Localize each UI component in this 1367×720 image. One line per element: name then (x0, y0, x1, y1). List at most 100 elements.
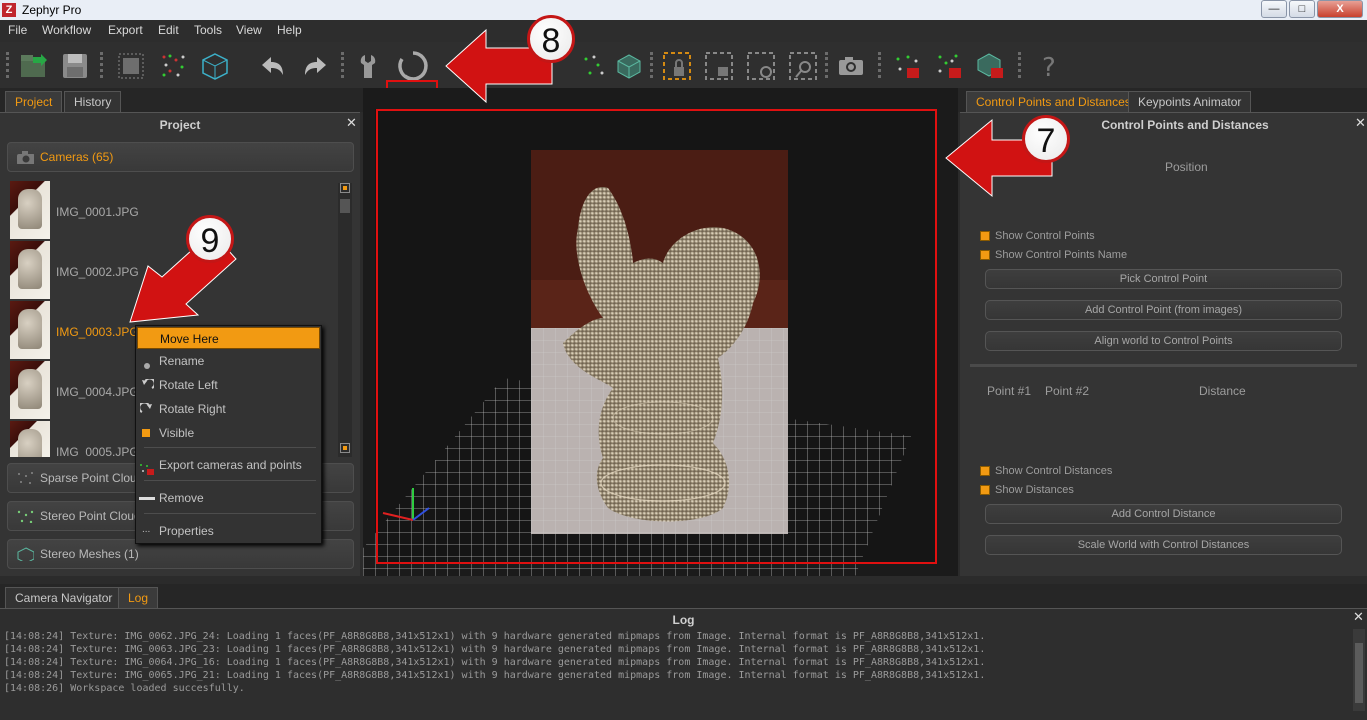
stereo-meshes-label: Stereo Meshes (1) (40, 547, 139, 561)
menu-bar: File Workflow Export Edit Tools View Hel… (0, 20, 1367, 42)
sparse-cloud-icon[interactable] (116, 51, 146, 81)
camera-list-scrollbar[interactable] (338, 183, 352, 457)
menu-item-remove[interactable]: Remove (137, 487, 320, 509)
show-control-points-name-checkbox[interactable] (980, 250, 990, 260)
show-distances-label: Show Distances (995, 484, 1074, 496)
mesh-cube-icon[interactable] (200, 51, 230, 81)
tab-log[interactable]: Log (118, 587, 159, 608)
close-icon[interactable]: ✕ (346, 115, 357, 131)
stereo-points-2-icon[interactable] (578, 51, 608, 81)
tab-keypoints-animator[interactable]: Keypoints Animator (1128, 91, 1252, 112)
toolbar-grip (6, 52, 9, 78)
panel-title: Project (159, 118, 201, 132)
log-scrollbar[interactable] (1353, 629, 1365, 711)
camera-thumbnail[interactable] (10, 361, 50, 419)
panel-title: Log (672, 613, 695, 627)
camera-thumbnail[interactable] (10, 301, 50, 359)
add-select-icon[interactable] (704, 51, 734, 81)
zoom-select-icon[interactable] (788, 51, 818, 81)
close-window-button[interactable]: X (1317, 0, 1363, 18)
title-bar: Z Zephyr Pro — □ X (0, 0, 1367, 20)
menu-item-rename[interactable]: Rename (137, 350, 320, 372)
menu-workflow[interactable]: Workflow (42, 23, 91, 37)
3d-viewport[interactable] (363, 88, 958, 576)
log-line: [14:08:24] Texture: IMG_0064.JPG_16: Loa… (4, 657, 986, 668)
scroll-down-button[interactable] (340, 443, 350, 453)
menu-item-move-here[interactable]: Move Here (137, 327, 320, 349)
camera-thumbnail[interactable] (10, 181, 50, 239)
stereo-points-icon (17, 510, 34, 523)
toolbar-grip (825, 52, 828, 78)
show-control-distances-checkbox[interactable] (980, 466, 990, 476)
add-control-distance-button[interactable]: Add Control Distance (985, 504, 1342, 524)
log-scroll-thumb[interactable] (1355, 643, 1363, 703)
camera-filename-selected[interactable]: IMG_0003.JPG (56, 325, 139, 339)
menu-item-label: Rotate Left (159, 378, 218, 392)
menu-item-rotate-left[interactable]: Rotate Left (137, 374, 320, 396)
log-line: [14:08:26] Workspace loaded succesfully. (4, 683, 245, 694)
help-icon[interactable]: ? (1034, 51, 1064, 83)
minimize-button[interactable]: — (1261, 0, 1287, 18)
tab-history[interactable]: History (64, 91, 122, 112)
scale-world-button[interactable]: Scale World with Control Distances (985, 535, 1342, 555)
camera-filename[interactable]: IMG_0002.JPG (56, 265, 139, 279)
menu-separator (144, 480, 316, 481)
camera-filename[interactable]: IMG_0005.JPG (56, 445, 139, 457)
cameras-group[interactable]: Cameras (65) (7, 142, 354, 172)
menu-item-properties[interactable]: ... Properties (137, 520, 320, 542)
scroll-up-button[interactable] (340, 183, 350, 193)
menu-edit[interactable]: Edit (158, 23, 179, 37)
pick-control-point-button[interactable]: Pick Control Point (985, 269, 1342, 289)
stereo-points-icon[interactable] (158, 51, 188, 81)
menu-item-visible[interactable]: Visible (137, 422, 320, 444)
camera-filename[interactable]: IMG_0001.JPG (56, 205, 139, 219)
camera-icon[interactable] (836, 51, 866, 81)
undo-icon[interactable] (258, 51, 288, 81)
show-control-distances-label: Show Control Distances (995, 465, 1113, 477)
maximize-button[interactable]: □ (1289, 0, 1315, 18)
redo-icon[interactable] (300, 51, 330, 81)
close-icon[interactable]: ✕ (1355, 115, 1366, 131)
sparse-point-cloud-label: Sparse Point Cloud (40, 471, 144, 485)
tab-project[interactable]: Project (5, 91, 63, 112)
camera-thumbnail[interactable] (10, 241, 50, 299)
refresh-icon[interactable] (396, 49, 430, 83)
align-world-button[interactable]: Align world to Control Points (985, 331, 1342, 351)
add-control-point-button[interactable]: Add Control Point (from images) (985, 300, 1342, 320)
log-line: [14:08:24] Texture: IMG_0065.JPG_21: Loa… (4, 670, 986, 681)
callout-8: 8 (527, 15, 575, 63)
scroll-thumb[interactable] (340, 199, 350, 213)
menu-help[interactable]: Help (277, 23, 302, 37)
close-icon[interactable]: ✕ (1353, 609, 1364, 625)
section-divider (970, 364, 1357, 367)
rename-icon (142, 356, 152, 369)
menu-view[interactable]: View (236, 23, 262, 37)
save-icon[interactable] (60, 51, 90, 81)
menu-export[interactable]: Export (108, 23, 143, 37)
points-red-2-icon[interactable] (934, 51, 964, 81)
camera-filename[interactable]: IMG_0004.JPG (56, 385, 139, 399)
right-tabbar: Control Points and Distances Keypoints A… (958, 88, 1367, 112)
new-project-icon[interactable] (18, 51, 48, 81)
tab-camera-navigator[interactable]: Camera Navigator (5, 587, 123, 608)
mesh-icon[interactable] (614, 51, 644, 81)
viewport-scene[interactable] (363, 88, 958, 576)
stereo-point-clouds-label: Stereo Point Clouds (40, 509, 147, 523)
menu-file[interactable]: File (8, 23, 27, 37)
show-control-points-checkbox[interactable] (980, 231, 990, 241)
menu-tools[interactable]: Tools (194, 23, 222, 37)
show-distances-checkbox[interactable] (980, 485, 990, 495)
menu-item-rotate-right[interactable]: Rotate Right (137, 398, 320, 420)
show-control-points-name-label: Show Control Points Name (995, 249, 1128, 261)
menu-item-export-cameras[interactable]: Export cameras and points (137, 454, 320, 476)
remove-select-icon[interactable] (746, 51, 776, 81)
camera-thumbnail[interactable] (10, 421, 50, 457)
points-red-icon[interactable] (892, 51, 922, 81)
toolbar-grip (650, 52, 653, 78)
tab-control-points[interactable]: Control Points and Distances (966, 91, 1141, 112)
lock-select-icon[interactable] (662, 51, 692, 81)
wrench-icon[interactable] (355, 51, 385, 81)
ellipsis-icon: ... (142, 524, 151, 535)
menu-item-label: Visible (159, 426, 195, 440)
mesh-red-icon[interactable] (976, 51, 1006, 81)
